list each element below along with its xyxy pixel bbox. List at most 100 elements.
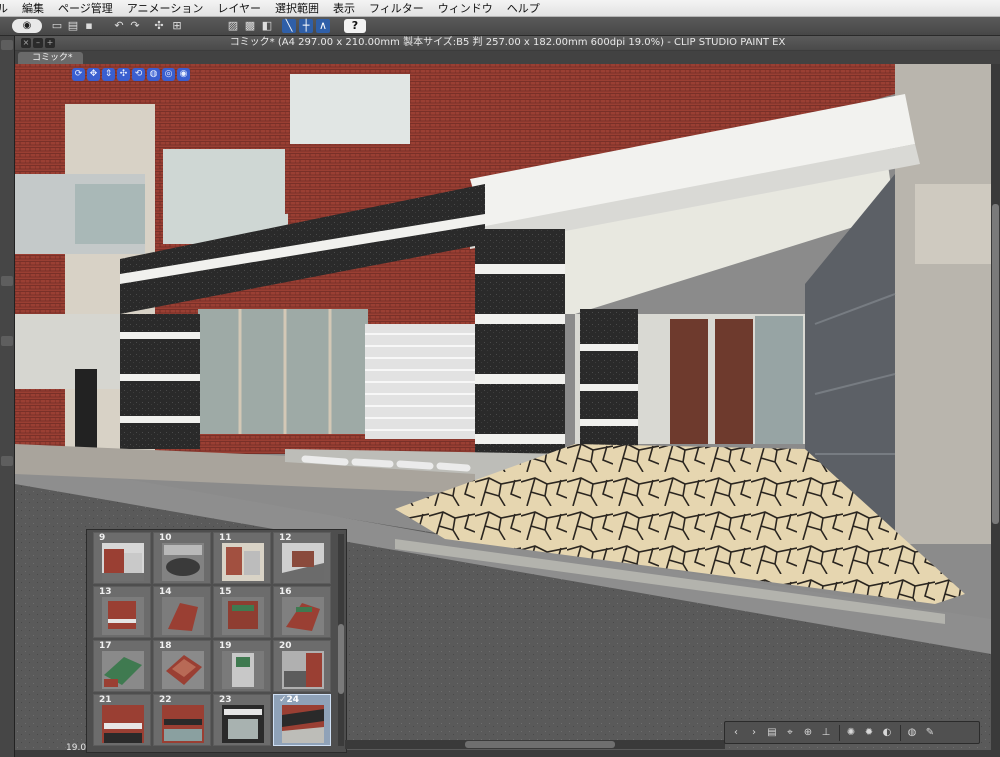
thumbnail-image bbox=[102, 705, 144, 743]
horizontal-scroll-thumb[interactable] bbox=[465, 741, 615, 748]
thumbnail-image bbox=[162, 705, 204, 743]
thumbnail-image bbox=[102, 597, 144, 635]
save-icon[interactable]: ▪ bbox=[82, 19, 96, 33]
camera-pan-icon[interactable]: ✥ bbox=[87, 68, 100, 81]
help-icon[interactable]: ? bbox=[344, 19, 366, 33]
camera-controls: ⟳ ✥ ⇕ ✣ ⟲ ◍ ◎ ◉ bbox=[72, 68, 190, 81]
object-launcher: ‹ › ▤ ⌖ ⊕ ⊥ ✺ ✹ ◐ ◍ ✎ bbox=[724, 721, 980, 744]
thumbnail-grid: 9 10 11 12 13 14 15 16 17 18 19 20 21 22… bbox=[93, 532, 333, 750]
thumbnail-cell[interactable]: 20 bbox=[273, 640, 331, 692]
thumbnail-cell[interactable]: 9 bbox=[93, 532, 151, 584]
menu-animation[interactable]: アニメーション bbox=[120, 0, 211, 16]
fill-icon[interactable]: ▩ bbox=[243, 19, 257, 33]
thumbnail-cell[interactable]: 21 bbox=[93, 694, 151, 746]
object-rotate-axis-icon[interactable]: ◍ bbox=[147, 68, 160, 81]
fit-object-icon[interactable]: ⊕ bbox=[801, 726, 815, 740]
strip-tool-icon[interactable] bbox=[1, 276, 13, 286]
lighting-icon[interactable]: ✺ bbox=[844, 726, 858, 740]
fit-icon[interactable]: ⊞ bbox=[170, 19, 184, 33]
strip-tool-icon[interactable] bbox=[1, 336, 13, 346]
left-tool-strip bbox=[0, 36, 15, 757]
separator bbox=[839, 724, 840, 741]
horizontal-scrollbar[interactable] bbox=[345, 740, 725, 749]
transform-icon[interactable]: ✣ bbox=[152, 19, 166, 33]
thumbnail-image bbox=[162, 543, 204, 581]
thumbnail-cell[interactable]: 15 bbox=[213, 586, 271, 638]
panel-scrollbar[interactable] bbox=[338, 534, 344, 746]
vertical-scrollbar[interactable] bbox=[991, 64, 1000, 750]
camera-icon[interactable]: ⌖ bbox=[783, 726, 797, 740]
document-tab-bar: コミック* bbox=[15, 51, 1000, 64]
menu-selection[interactable]: 選択範囲 bbox=[268, 0, 326, 16]
new-file-icon[interactable]: ▭ bbox=[50, 19, 64, 33]
thumbnail-image bbox=[222, 597, 264, 635]
invert-icon[interactable]: ◧ bbox=[260, 19, 274, 33]
panel-scroll-thumb[interactable] bbox=[338, 624, 344, 694]
thumbnail-image bbox=[222, 651, 264, 689]
thumbnail-cell[interactable]: 19 bbox=[213, 640, 271, 692]
prev-object-icon[interactable]: ‹ bbox=[729, 726, 743, 740]
menu-view[interactable]: 表示 bbox=[326, 0, 362, 16]
shadow-icon[interactable]: ◐ bbox=[880, 726, 894, 740]
separator bbox=[900, 724, 901, 741]
camera-preset-panel: 9 10 11 12 13 14 15 16 17 18 19 20 21 22… bbox=[86, 529, 347, 753]
thumbnail-image bbox=[282, 651, 324, 689]
thumbnail-cell[interactable]: 12 bbox=[273, 532, 331, 584]
thumbnail-image bbox=[162, 597, 204, 635]
canvas-window-titlebar: × – + コミック* (A4 297.00 x 210.00mm 製本サイズ:… bbox=[15, 36, 1000, 50]
tab-comic[interactable]: コミック* bbox=[18, 52, 83, 64]
redo-icon[interactable]: ↷ bbox=[128, 19, 142, 33]
open-folder-icon[interactable]: ▤ bbox=[66, 19, 80, 33]
thumbnail-cell[interactable]: 23 bbox=[213, 694, 271, 746]
clear-icon[interactable]: ▨ bbox=[226, 19, 240, 33]
menu-bar: ル 編集 ページ管理 アニメーション レイヤー 選択範囲 表示 フィルター ウィ… bbox=[0, 0, 1000, 17]
thumbnail-image bbox=[102, 651, 144, 689]
object-reset-icon[interactable]: ◉ bbox=[177, 68, 190, 81]
menu-window[interactable]: ウィンドウ bbox=[431, 0, 500, 16]
thumbnail-image bbox=[222, 705, 264, 743]
window-title: コミック* (A4 297.00 x 210.00mm 製本サイズ:B5 判 2… bbox=[229, 37, 786, 48]
menu-file[interactable]: ル bbox=[0, 0, 15, 16]
thumbnail-image bbox=[282, 543, 324, 581]
camera-forward-icon[interactable]: ⇕ bbox=[102, 68, 115, 81]
rotate-light-icon[interactable]: ✹ bbox=[862, 726, 876, 740]
snap-ruler-icon[interactable]: ╲ bbox=[282, 19, 296, 33]
thumbnail-cell-selected[interactable]: ✓24 bbox=[273, 694, 331, 746]
object-scale-icon[interactable]: ◎ bbox=[162, 68, 175, 81]
thumbnail-image bbox=[282, 705, 324, 743]
menu-layer[interactable]: レイヤー bbox=[210, 0, 268, 16]
clip-studio-logo-icon[interactable]: ◉ bbox=[12, 19, 42, 33]
thumbnail-cell[interactable]: 22 bbox=[153, 694, 211, 746]
thumbnail-cell[interactable]: 16 bbox=[273, 586, 331, 638]
command-bar: ◉ ▭ ▤ ▪ ↶ ↷ ✣ ⊞ ▨ ▩ ◧ ╲ ┼ ∧ ? bbox=[0, 17, 1000, 36]
thumbnail-cell[interactable]: 13 bbox=[93, 586, 151, 638]
next-object-icon[interactable]: › bbox=[747, 726, 761, 740]
strip-handle-icon[interactable] bbox=[1, 40, 13, 50]
menu-edit[interactable]: 編集 bbox=[15, 0, 51, 16]
tool-icon[interactable]: ✎ bbox=[923, 726, 937, 740]
snap-grid-icon[interactable]: ┼ bbox=[299, 19, 313, 33]
thumbnail-image bbox=[282, 597, 324, 635]
thumbnail-image bbox=[222, 543, 264, 581]
ground-icon[interactable]: ⊥ bbox=[819, 726, 833, 740]
list-icon[interactable]: ▤ bbox=[765, 726, 779, 740]
vertical-scroll-thumb[interactable] bbox=[992, 204, 999, 524]
menu-page[interactable]: ページ管理 bbox=[51, 0, 120, 16]
sphere-icon[interactable]: ◍ bbox=[905, 726, 919, 740]
menu-filter[interactable]: フィルター bbox=[362, 0, 431, 16]
thumbnail-cell[interactable]: 11 bbox=[213, 532, 271, 584]
object-move-icon[interactable]: ✣ bbox=[117, 68, 130, 81]
thumbnail-cell[interactable]: 18 bbox=[153, 640, 211, 692]
thumbnail-image bbox=[162, 651, 204, 689]
thumbnail-image bbox=[102, 543, 144, 581]
thumbnail-cell[interactable]: 17 bbox=[93, 640, 151, 692]
snap-perspective-icon[interactable]: ∧ bbox=[316, 19, 330, 33]
thumbnail-cell[interactable]: 14 bbox=[153, 586, 211, 638]
object-rotate-icon[interactable]: ⟲ bbox=[132, 68, 145, 81]
strip-tool-icon[interactable] bbox=[1, 456, 13, 466]
undo-icon[interactable]: ↶ bbox=[112, 19, 126, 33]
thumbnail-cell[interactable]: 10 bbox=[153, 532, 211, 584]
zoom-readout: 19.0 bbox=[66, 743, 87, 753]
menu-help[interactable]: ヘルプ bbox=[500, 0, 547, 16]
camera-rotate-icon[interactable]: ⟳ bbox=[72, 68, 85, 81]
